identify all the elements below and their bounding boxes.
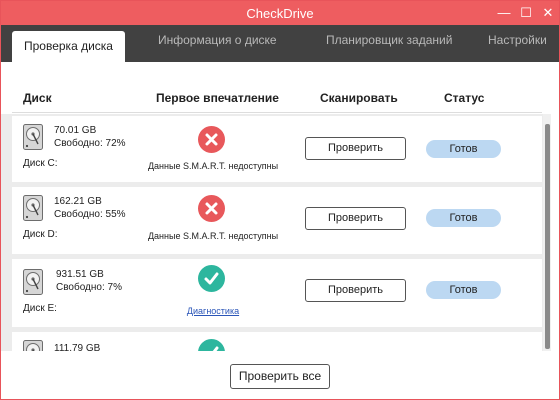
hard-drive-icon xyxy=(23,340,43,351)
drive-row-e: 931.51 GB Свободно: 7% Диск E: Диагности… xyxy=(12,259,542,327)
column-header-disk: Диск xyxy=(23,91,52,105)
drive-name: Диск D: xyxy=(23,229,58,240)
drive-size: 931.51 GB xyxy=(56,269,104,280)
tab-scheduler[interactable]: Планировщик заданий xyxy=(326,33,452,47)
column-header-scan: Сканировать xyxy=(320,91,398,105)
drive-size: 111.79 GB xyxy=(54,343,101,351)
check-drive-button[interactable]: Проверить xyxy=(305,279,406,302)
drive-size: 70.01 GB xyxy=(54,125,97,136)
drive-free-space: Свободно: 55% xyxy=(54,209,126,220)
drive-list: 70.01 GB Свободно: 72% Диск C: Данные S.… xyxy=(1,114,543,351)
drive-row-c: 70.01 GB Свободно: 72% Диск C: Данные S.… xyxy=(12,116,542,182)
drive-row-d: 162.21 GB Свободно: 55% Диск D: Данные S… xyxy=(12,187,542,254)
minimize-button[interactable]: — xyxy=(493,1,515,25)
drive-name: Диск E: xyxy=(23,303,57,314)
hard-drive-icon xyxy=(23,269,43,295)
tab-disk-check[interactable]: Проверка диска xyxy=(12,31,125,62)
column-header-impression: Первое впечатление xyxy=(156,91,279,105)
header-divider xyxy=(12,112,542,113)
drive-name: Диск C: xyxy=(23,158,58,169)
close-button[interactable]: ✕ xyxy=(537,1,559,25)
smart-status-text: Данные S.M.A.R.T. недоступны xyxy=(147,231,279,241)
window-title: CheckDrive xyxy=(246,6,314,21)
check-circle-icon xyxy=(198,339,225,351)
check-all-button[interactable]: Проверить все xyxy=(230,364,330,389)
smart-status-text: Данные S.M.A.R.T. недоступны xyxy=(147,161,279,171)
column-header-status: Статус xyxy=(444,91,485,105)
tab-bar: Проверка диска Информация о диске Планир… xyxy=(1,25,559,62)
check-drive-button[interactable]: Проверить xyxy=(305,207,406,230)
maximize-button[interactable]: ☐ xyxy=(515,1,537,25)
title-bar[interactable]: CheckDrive — ☐ ✕ xyxy=(1,1,559,25)
check-circle-icon xyxy=(198,265,225,292)
tab-settings[interactable]: Настройки xyxy=(488,33,547,47)
app-window: CheckDrive — ☐ ✕ Проверка диска Информац… xyxy=(0,0,560,400)
diagnostics-link[interactable]: Диагностика xyxy=(133,306,293,316)
tab-disk-info[interactable]: Информация о диске xyxy=(158,33,277,47)
drive-row-partial: 111.79 GB xyxy=(12,332,542,351)
status-badge: Готов xyxy=(426,281,501,299)
hard-drive-icon xyxy=(23,124,43,150)
status-badge: Готов xyxy=(426,140,501,158)
status-badge: Готов xyxy=(426,209,501,227)
x-circle-icon xyxy=(198,126,225,153)
scrollbar-thumb[interactable] xyxy=(545,124,550,349)
hard-drive-icon xyxy=(23,195,43,221)
x-circle-icon xyxy=(198,195,225,222)
check-drive-button[interactable]: Проверить xyxy=(305,137,406,160)
drive-free-space: Свободно: 72% xyxy=(54,138,126,149)
drive-size: 162.21 GB xyxy=(54,196,102,207)
drive-free-space: Свободно: 7% xyxy=(56,282,122,293)
